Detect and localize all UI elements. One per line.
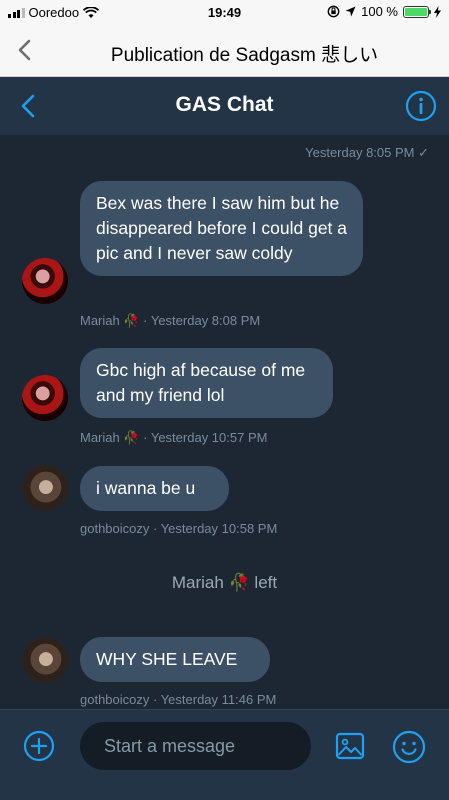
chevron-left-icon [18,39,31,61]
avatar[interactable] [22,637,68,683]
smiley-icon [392,730,426,764]
message-bubble[interactable]: WHY SHE LEAVE [80,637,270,682]
avatar[interactable] [22,258,68,304]
plus-circle-icon [23,730,55,762]
status-bar: Ooredoo 19:49 100 % [0,0,449,24]
image-icon [335,732,365,760]
outer-nav-bar: Publication de Sadgasm 悲しい [0,24,449,77]
message-meta: Mariah 🥀 · Yesterday 10:57 PM [80,430,268,445]
chat-back-button[interactable] [14,91,44,121]
charging-icon [434,5,441,18]
info-button[interactable] [405,90,437,122]
photo-button[interactable] [333,729,367,763]
message-list[interactable]: Yesterday 8:05 PM ✓ Bex was there I saw … [0,135,449,709]
emoji-button[interactable] [391,729,427,765]
add-button[interactable] [22,729,56,763]
chat-title: GAS Chat [175,93,274,116]
message-bubble[interactable]: i wanna be u [80,466,229,511]
status-right: 100 % [327,4,441,19]
outer-back-button[interactable] [10,35,40,65]
outer-nav-title: Publication de Sadgasm 悲しい [110,45,379,66]
message-meta: gothboicozy · Yesterday 10:58 PM [80,521,278,536]
chat-header: GAS Chat [0,77,449,135]
battery-percentage: 100 % [361,4,398,19]
info-icon [405,90,437,122]
location-icon [345,6,356,17]
message-bubble[interactable]: Gbc high af because of me and my friend … [80,348,333,418]
chevron-left-icon [21,94,35,118]
system-message: Mariah 🥀 left [171,573,278,592]
battery-icon [403,5,431,18]
avatar[interactable] [22,465,68,511]
message-input[interactable]: Start a message [80,722,311,770]
sent-timestamp: Yesterday 8:05 PM ✓ [305,145,429,160]
message-meta: gothboicozy · Yesterday 11:46 PM [80,692,277,707]
composer-bar: Start a message [0,709,449,800]
rotation-lock-icon [327,5,340,18]
message-bubble[interactable]: Bex was there I saw him but he disappear… [80,181,363,276]
avatar[interactable] [22,375,68,421]
message-meta: Mariah 🥀 · Yesterday 8:08 PM [80,313,261,328]
